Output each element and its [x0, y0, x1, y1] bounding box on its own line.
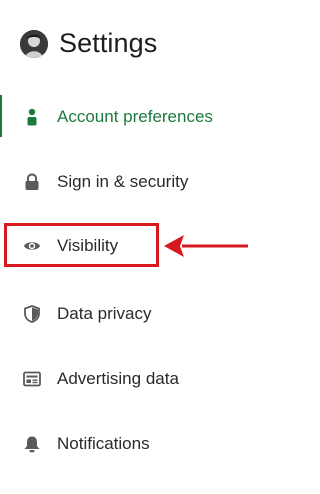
- lock-icon: [23, 173, 41, 191]
- nav-item-label: Sign in & security: [57, 172, 189, 191]
- page-title: Settings: [59, 28, 158, 58]
- nav-item-advertising-data[interactable]: Advertising data: [0, 357, 252, 401]
- nav-item-label: Data privacy: [57, 304, 152, 323]
- highlight-box: [4, 223, 159, 267]
- nav-item-sign-in-security[interactable]: Sign in & security: [0, 160, 252, 204]
- person-icon: [23, 108, 41, 126]
- arrow-left-icon: [164, 235, 248, 257]
- bell-icon: [23, 435, 41, 453]
- nav-item-account-preferences[interactable]: Account preferences: [0, 95, 252, 139]
- nav-item-label: Advertising data: [57, 369, 179, 388]
- shield-icon: [23, 305, 41, 323]
- avatar[interactable]: [20, 29, 48, 58]
- nav-item-label: Account preferences: [57, 107, 213, 126]
- ad-card-icon: [23, 370, 41, 388]
- settings-header: Settings: [20, 28, 157, 59]
- avatar-icon: [20, 29, 48, 58]
- nav-item-label: Notifications: [57, 434, 150, 453]
- nav-item-data-privacy[interactable]: Data privacy: [0, 292, 252, 336]
- nav-item-notifications[interactable]: Notifications: [0, 422, 252, 466]
